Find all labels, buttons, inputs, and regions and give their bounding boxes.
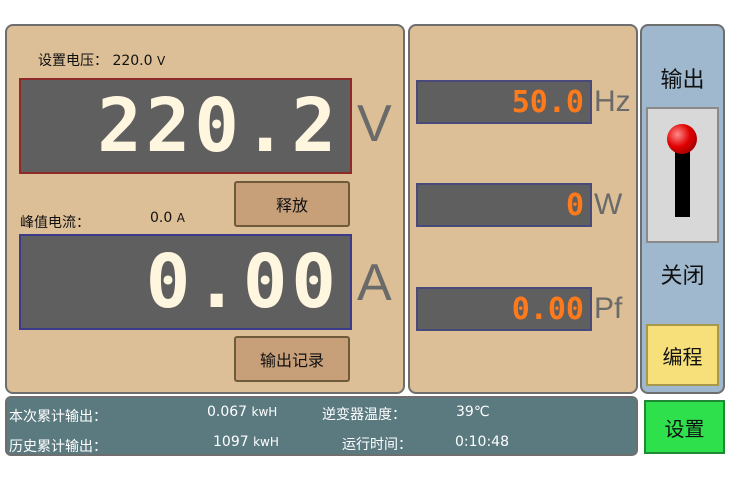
settings-button[interactable]: 设置 <box>644 400 725 454</box>
runtime-label: 运行时间： <box>342 437 412 453</box>
power-display: 0 <box>416 183 592 227</box>
power-factor-unit: Pf <box>594 292 623 325</box>
current-display: 0.00 <box>19 234 352 330</box>
program-button[interactable]: 编程 <box>646 324 719 386</box>
inverter-temp-value: 39℃ <box>456 404 490 420</box>
history-output-value: 1097 <box>213 434 249 450</box>
frequency-unit: Hz <box>594 85 631 118</box>
voltage-unit: V <box>357 95 392 153</box>
output-state: 关闭 <box>660 264 705 289</box>
runtime-value: 0:10:48 <box>455 434 509 450</box>
current-unit: A <box>357 254 392 312</box>
switch-knob-icon <box>667 124 697 154</box>
inverter-temp-label: 逆变器温度： <box>322 407 406 423</box>
peak-current-label: 峰值电流： <box>20 215 90 231</box>
voltage-display: 220.2 <box>19 78 352 174</box>
release-button[interactable]: 释放 <box>234 181 350 227</box>
history-output-row: 1097 kwH <box>213 434 279 450</box>
peak-current-row: 0.0 A <box>150 210 185 226</box>
session-output-label: 本次累计输出： <box>9 409 107 425</box>
session-output-value: 0.067 <box>207 404 248 420</box>
output-log-button[interactable]: 输出记录 <box>234 336 350 382</box>
power-factor-display: 0.00 <box>416 287 592 331</box>
output-title: 输出 <box>660 68 705 93</box>
session-output-unit: kwH <box>251 405 278 419</box>
set-voltage-unit: V <box>157 54 166 68</box>
session-output-row: 0.067 kwH <box>207 404 277 420</box>
set-voltage-label: 设置电压： <box>38 53 108 69</box>
power-unit: W <box>594 188 623 221</box>
set-voltage-value: 220.0 <box>112 53 153 69</box>
peak-current-unit: A <box>176 211 185 225</box>
set-voltage-row: 设置电压： 220.0 V <box>38 50 165 70</box>
peak-current-value: 0.0 <box>150 210 173 226</box>
frequency-display: 50.0 <box>416 80 592 124</box>
history-output-label: 历史累计输出： <box>9 439 107 455</box>
history-output-unit: kwH <box>253 435 279 449</box>
